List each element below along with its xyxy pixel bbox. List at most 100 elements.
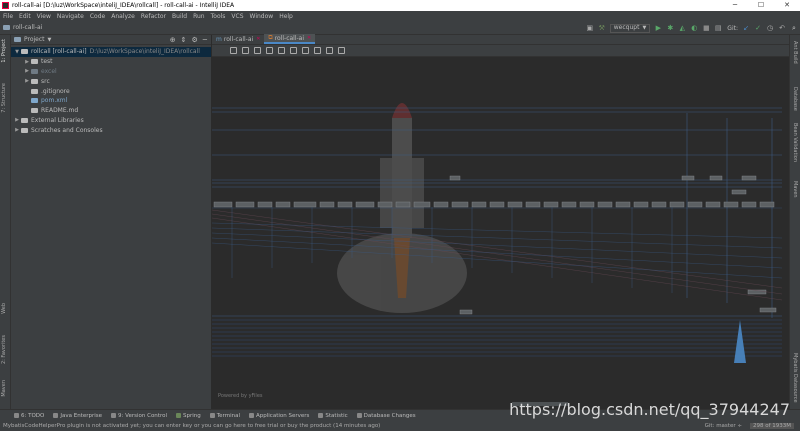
menu-build[interactable]: Build [172, 13, 187, 20]
tool-ant-build[interactable]: Ant Build [792, 41, 798, 64]
layout-icon[interactable] [290, 47, 297, 54]
run-configuration-select[interactable]: wecqupt ▼ [609, 23, 651, 33]
menu-edit[interactable]: Edit [19, 13, 31, 20]
tool-mybatis-datasource[interactable]: Mybatis Datasource [792, 353, 798, 403]
build-hammer-icon[interactable]: ⚒ [598, 24, 606, 32]
share-icon[interactable] [278, 47, 285, 54]
status-message[interactable]: MybatisCodeHelperPro plugin is not activ… [3, 423, 380, 429]
tool-statistic[interactable]: Statistic [318, 413, 348, 419]
run-icon[interactable]: ▶ [654, 24, 662, 32]
tool-application-servers[interactable]: Application Servers [249, 413, 309, 419]
expand-arrow-icon[interactable]: ▶ [23, 68, 31, 74]
tool-spring[interactable]: Spring [176, 413, 201, 419]
menu-help[interactable]: Help [279, 13, 293, 20]
tab-roll-call-ai-2[interactable]: ⧉ roll-call-ai ✕ [264, 34, 316, 44]
file-icon [21, 49, 28, 55]
tree-item-label: pom.xml [41, 97, 68, 105]
tool-terminal[interactable]: Terminal [209, 413, 240, 419]
settings-icon[interactable] [338, 47, 345, 54]
menu-run[interactable]: Run [193, 13, 205, 20]
collapse-icon[interactable]: ⇕ [181, 36, 187, 44]
coverage-icon[interactable]: ◭ [678, 24, 686, 32]
tab-roll-call-ai-1[interactable]: m roll-call-ai ✕ [212, 34, 264, 44]
minimize-button[interactable]: ─ [722, 0, 748, 11]
java-enterprise-icon [53, 413, 59, 418]
folder-icon [3, 25, 10, 30]
zoom-in-icon[interactable] [230, 47, 237, 54]
tree-item-label: Scratches and Consoles [31, 126, 103, 134]
close-button[interactable]: ✕ [774, 0, 800, 11]
fit-content-icon[interactable] [266, 47, 273, 54]
menu-navigate[interactable]: Navigate [57, 13, 84, 20]
tree-item[interactable]: ▶ test [11, 57, 211, 67]
tree-item[interactable]: ▶ excel [11, 67, 211, 77]
tool-favorites[interactable]: 2: Favorites [1, 335, 7, 364]
project-structure-icon[interactable]: ▣ [586, 24, 594, 32]
expand-arrow-icon[interactable]: ▶ [23, 78, 31, 84]
tool-version-control[interactable]: 9: Version Control [111, 413, 167, 419]
menu-tools[interactable]: Tools [211, 13, 226, 20]
print-icon[interactable] [326, 47, 333, 54]
menu-window[interactable]: Window [250, 13, 274, 20]
menu-code[interactable]: Code [90, 13, 105, 20]
target-icon[interactable]: ⊕ [170, 36, 176, 44]
tool-maven[interactable]: Maven [792, 181, 798, 198]
close-icon[interactable]: ✕ [256, 36, 260, 42]
gear-icon[interactable]: ⚙ [192, 36, 198, 44]
dependency-diagram[interactable]: Powered by yFiles [211, 58, 789, 409]
stop-icon[interactable]: ■ [702, 24, 710, 32]
menu-file[interactable]: File [3, 13, 13, 20]
menu-view[interactable]: View [37, 13, 51, 20]
expand-arrow-icon[interactable]: ▶ [13, 127, 21, 133]
terminal-icon [209, 413, 215, 418]
chevron-down-icon[interactable]: ▼ [48, 37, 52, 43]
git-update-icon[interactable]: ↙ [742, 24, 750, 32]
maximize-button[interactable]: ☐ [748, 0, 774, 11]
diagram-canvas[interactable] [211, 58, 789, 409]
expand-arrow-icon[interactable]: ▶ [23, 59, 31, 65]
menu-refactor[interactable]: Refactor [141, 13, 166, 20]
search-icon[interactable]: ⌕ [790, 24, 798, 32]
tool-todo[interactable]: 6: TODO [14, 413, 44, 419]
memory-indicator[interactable]: 298 of 1933M [749, 423, 794, 429]
tree-item[interactable]: ▼ rollcall [roll-call-ai] D:\luz\WorkSpace… [11, 47, 211, 57]
tree-item[interactable]: pom.xml [11, 96, 211, 106]
file-icon [31, 88, 38, 94]
tree-item[interactable]: ▶ Scratches and Consoles [11, 125, 211, 135]
profile-icon[interactable]: ◐ [690, 24, 698, 32]
tool-java-enterprise[interactable]: Java Enterprise [53, 413, 102, 419]
menu-vcs[interactable]: VCS [231, 13, 243, 20]
tool-project[interactable]: 1: Project [1, 39, 7, 63]
actual-size-icon[interactable] [254, 47, 261, 54]
tree-item[interactable]: README.md [11, 106, 211, 116]
tree-item[interactable]: ▶ src [11, 76, 211, 86]
zoom-out-icon[interactable] [242, 47, 249, 54]
tree-item[interactable]: .gitignore [11, 86, 211, 96]
apply-layout-icon[interactable] [302, 47, 309, 54]
git-revert-icon[interactable]: ↶ [778, 24, 786, 32]
tool-database-changes[interactable]: Database Changes [356, 413, 416, 419]
project-panel-title[interactable]: Project [24, 36, 45, 43]
file-icon [31, 78, 38, 84]
sdk-icon[interactable]: ▤ [714, 24, 722, 32]
tree-item[interactable]: ▶ External Libraries [11, 116, 211, 126]
expand-arrow-icon[interactable]: ▶ [13, 117, 21, 123]
menu-analyze[interactable]: Analyze [111, 13, 135, 20]
tool-database[interactable]: Database [792, 87, 798, 111]
statistic-icon [318, 413, 324, 418]
debug-icon[interactable]: ✱ [666, 24, 674, 32]
tool-maven-left[interactable]: Maven [1, 380, 7, 397]
hide-icon[interactable]: ─ [203, 36, 207, 44]
git-commit-icon[interactable]: ✓ [754, 24, 762, 32]
tool-bean-validation[interactable]: Bean Validation [792, 123, 798, 162]
export-icon[interactable] [314, 47, 321, 54]
tool-web[interactable]: Web [1, 303, 7, 314]
title-bar: roll-call-ai [D:\luz\WorkSpace\inteliJ_I… [0, 0, 800, 11]
tool-structure[interactable]: 7: Structure [1, 83, 7, 113]
git-history-icon[interactable]: ◷ [766, 24, 774, 32]
breadcrumb-project[interactable]: roll-call-ai [13, 24, 42, 31]
close-icon[interactable]: ✕ [307, 35, 311, 41]
expand-arrow-icon[interactable]: ▼ [13, 49, 21, 55]
breadcrumb[interactable]: roll-call-ai [3, 24, 42, 31]
git-branch[interactable]: Git: master ÷ [705, 423, 742, 429]
